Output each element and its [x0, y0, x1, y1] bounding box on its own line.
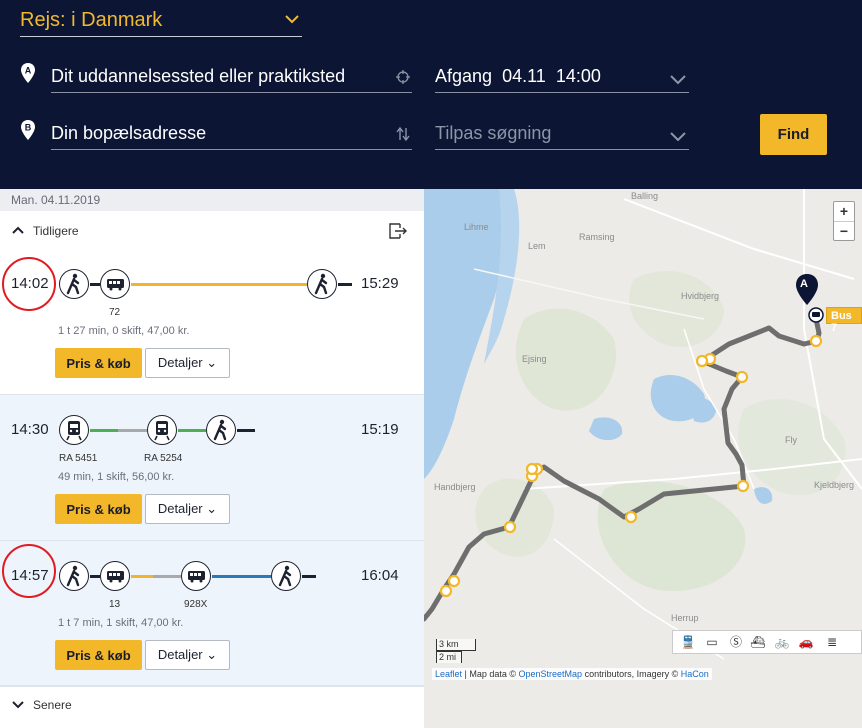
later-button[interactable]: Senere	[0, 686, 424, 728]
line-number: 13	[109, 599, 121, 610]
walk-icon	[307, 269, 337, 299]
to-field[interactable]: Din bopælsadresse	[51, 120, 412, 150]
trip-arrive-time: 15:29	[361, 275, 399, 292]
line-number: 72	[109, 307, 121, 318]
ferry-filter-icon[interactable]: ⛴	[749, 634, 767, 652]
bus-icon	[181, 561, 211, 591]
departure-time: 14:00	[555, 66, 601, 86]
trip-row[interactable]: 14:57 16:04 13 928X 1 t 7 min, 1 skift, …	[0, 541, 424, 686]
map-scale: 3 km 2 mi	[436, 639, 476, 663]
chevron-down-icon	[12, 701, 24, 709]
scale-km: 3 km	[436, 639, 476, 651]
earlier-label: Tidligere	[33, 224, 79, 238]
adjust-search-select[interactable]: Tilpas søgning	[435, 120, 689, 150]
pin-a-icon: A	[21, 63, 35, 83]
search-header: Rejs: i Danmark A Dit uddannelsessted el…	[0, 0, 862, 189]
map-layer-toolbar: 🚆 ▭ Ⓢ ⛴ 🚲 🚗 ≣	[672, 630, 862, 654]
map-attribution: Leaflet | Map data © OpenStreetMap contr…	[432, 668, 712, 680]
marker-a-label: A	[800, 278, 808, 290]
car-filter-icon[interactable]: 🚗	[797, 634, 815, 652]
locate-icon[interactable]	[396, 70, 410, 84]
trip-arrive-time: 15:19	[361, 421, 399, 438]
zoom-out-button[interactable]: −	[834, 221, 854, 240]
price-buy-button[interactable]: Pris & køb	[55, 494, 142, 524]
from-field[interactable]: Dit uddannelsessted eller praktiksted	[51, 63, 412, 93]
details-button[interactable]: Detaljer ⌄	[145, 494, 230, 524]
walk-icon	[271, 561, 301, 591]
walk-icon	[206, 415, 236, 445]
highlight-circle	[2, 544, 56, 598]
line-number: 928X	[184, 599, 208, 610]
train-icon	[59, 415, 89, 445]
departure-label: Afgang	[435, 66, 493, 86]
later-label: Senere	[33, 698, 72, 712]
export-icon[interactable]	[388, 223, 408, 239]
pin-b-icon: B	[21, 120, 35, 140]
journey-type-select[interactable]: Rejs: i Danmark	[20, 9, 302, 37]
s-train-filter-icon[interactable]: Ⓢ	[727, 634, 745, 652]
bus-filter-icon[interactable]: ▭	[703, 634, 721, 652]
map-view[interactable]: A Balling Lihme Lem Ramsing Hvidbjerg Ej…	[424, 189, 862, 728]
details-button[interactable]: Detaljer ⌄	[145, 348, 230, 378]
to-field-text: Din bopælsadresse	[51, 123, 207, 143]
adjust-search-label: Tilpas søgning	[435, 123, 552, 143]
town-label: Herrup	[671, 613, 699, 623]
osm-link[interactable]: OpenStreetMap	[519, 669, 583, 679]
find-button[interactable]: Find	[760, 114, 827, 155]
town-label: Hvidbjerg	[681, 291, 720, 301]
town-label: Ramsing	[579, 232, 615, 242]
price-buy-button[interactable]: Pris & køb	[55, 348, 142, 378]
swap-icon[interactable]	[396, 126, 410, 142]
chevron-down-icon	[285, 15, 299, 24]
chevron-down-icon	[670, 75, 686, 85]
trip-summary: 1 t 27 min, 0 skift, 47,00 kr.	[58, 325, 190, 337]
trip-row[interactable]: 14:30 15:19 RA 5451 RA 5254 49 min, 1 sk…	[0, 395, 424, 541]
journey-type-label: Rejs: i Danmark	[20, 9, 163, 31]
town-label: Kjeldbjerg	[814, 480, 855, 490]
svg-text:A: A	[25, 66, 32, 76]
trip-row[interactable]: 14:02 15:29 72 1 t 27 min, 0 skift, 47,0…	[0, 251, 424, 395]
chevron-down-icon: ⌄	[206, 501, 218, 516]
highlight-circle	[2, 257, 56, 311]
leaflet-link[interactable]: Leaflet	[435, 669, 462, 679]
town-label: Balling	[631, 191, 659, 201]
chevron-down-icon: ⌄	[206, 647, 218, 662]
line-number: RA 5451	[59, 453, 98, 464]
bus-icon	[100, 269, 130, 299]
trip-depart-time: 14:30	[11, 421, 49, 438]
zoom-control: + −	[833, 201, 855, 241]
layers-icon[interactable]: ≣	[823, 634, 841, 652]
price-buy-button[interactable]: Pris & køb	[55, 640, 142, 670]
results-panel: Man. 04.11.2019 Tidligere 14:02 15:29 72…	[0, 189, 424, 728]
chevron-up-icon	[12, 226, 24, 234]
town-label: Lem	[528, 241, 546, 251]
line-number: RA 5254	[144, 453, 183, 464]
town-label: Fly	[785, 435, 797, 445]
departure-field[interactable]: Afgang 04.11 14:00	[435, 63, 689, 93]
train-icon	[147, 415, 177, 445]
from-field-text: Dit uddannelsessted eller praktiksted	[51, 66, 346, 86]
trip-arrive-time: 16:04	[361, 567, 399, 584]
trip-summary: 49 min, 1 skift, 56,00 kr.	[58, 471, 175, 483]
bike-filter-icon[interactable]: 🚲	[773, 634, 791, 652]
town-label: Handbjerg	[434, 482, 476, 492]
results-date: Man. 04.11.2019	[0, 189, 424, 211]
bus-icon	[100, 561, 130, 591]
hacon-link[interactable]: HaCon	[681, 669, 709, 679]
train-filter-icon[interactable]: 🚆	[679, 634, 697, 652]
svg-text:B: B	[25, 123, 32, 133]
chevron-down-icon	[670, 132, 686, 142]
walk-icon	[59, 561, 89, 591]
details-button[interactable]: Detaljer ⌄	[145, 640, 230, 670]
town-label: Ejsing	[522, 354, 547, 364]
trip-summary: 1 t 7 min, 1 skift, 47,00 kr.	[58, 617, 184, 629]
scale-mi: 2 mi	[436, 651, 462, 663]
zoom-in-button[interactable]: +	[834, 202, 854, 221]
town-label: Lihme	[464, 222, 489, 232]
departure-date: 04.11	[502, 66, 546, 86]
earlier-button[interactable]: Tidligere	[0, 211, 424, 251]
walk-icon	[59, 269, 89, 299]
bus-label[interactable]: Bus 7	[826, 307, 862, 334]
chevron-down-icon: ⌄	[206, 355, 218, 370]
